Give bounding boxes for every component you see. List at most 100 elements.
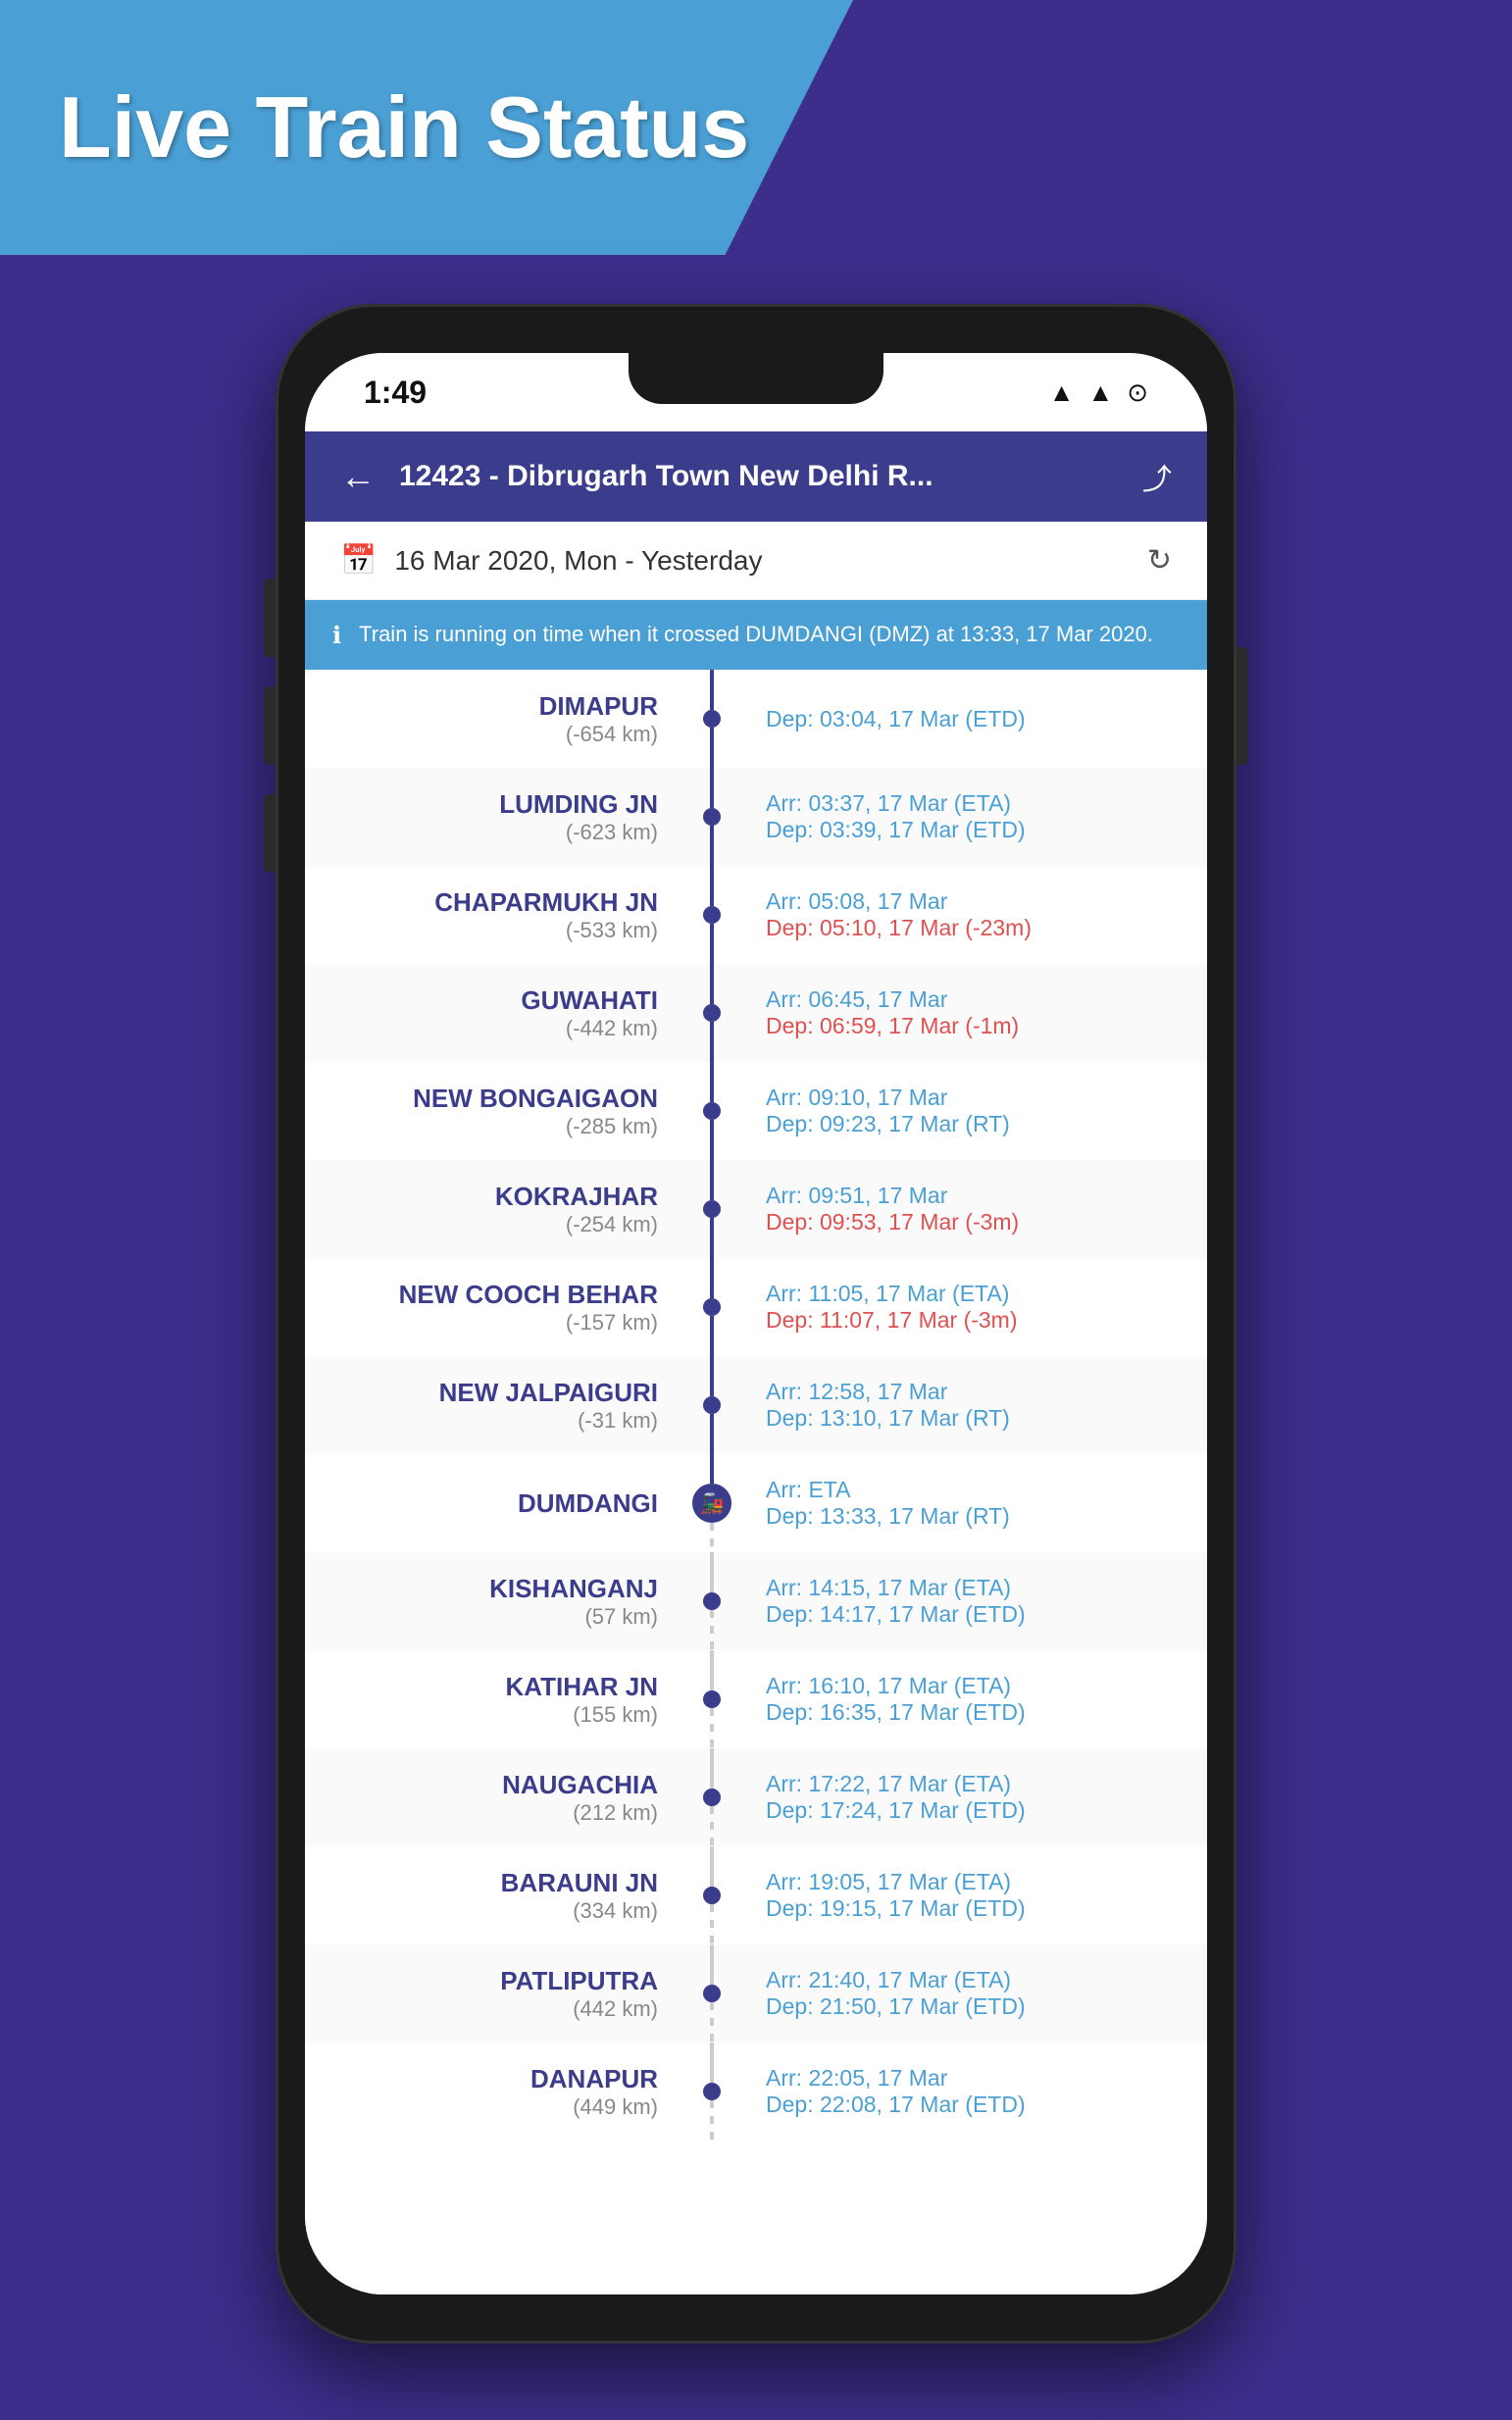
timeline: 🚂	[678, 1454, 746, 1552]
station-dot	[703, 1789, 721, 1806]
station-name: LUMDING JN	[499, 789, 658, 820]
battery-icon: ⊙	[1127, 378, 1148, 408]
calendar-icon: 📅	[340, 543, 377, 578]
station-left: LUMDING JN (-623 km)	[305, 768, 678, 866]
screen: 1:49 ▲ ▲ ⊙ ← 12423 - Dibrugarh Town New …	[305, 353, 1207, 2294]
timeline-line-top	[710, 1356, 714, 1396]
station-name: KOKRAJHAR	[495, 1182, 658, 1212]
station-row: GUWAHATI (-442 km) Arr: 06:45, 17 Mar De…	[305, 964, 1207, 1062]
station-distance: (155 km)	[573, 1702, 658, 1728]
station-row: DIMAPUR (-654 km) Dep: 03:04, 17 Mar (ET…	[305, 670, 1207, 768]
station-right: Arr: 19:05, 17 Mar (ETA) Dep: 19:15, 17 …	[746, 1846, 1207, 1944]
timeline-line-bottom	[710, 728, 714, 768]
station-dot	[703, 1887, 721, 1904]
arrival-time: Arr: 21:40, 17 Mar (ETA)	[766, 1967, 1187, 1993]
station-dot	[703, 1396, 721, 1414]
station-left: NAUGACHIA (212 km)	[305, 1748, 678, 1846]
station-right: Arr: 21:40, 17 Mar (ETA) Dep: 21:50, 17 …	[746, 1944, 1207, 2042]
arrival-time: Arr: 14:15, 17 Mar (ETA)	[766, 1575, 1187, 1601]
timeline-line-top	[710, 1454, 714, 1484]
status-time: 1:49	[364, 375, 427, 411]
phone-frame: 1:49 ▲ ▲ ⊙ ← 12423 - Dibrugarh Town New …	[276, 304, 1236, 2344]
station-dot	[703, 1298, 721, 1316]
banner-title: Live Train Status	[59, 77, 749, 177]
timeline-line-top	[710, 1552, 714, 1592]
info-icon: ℹ	[332, 622, 341, 650]
timeline-line-bottom	[710, 826, 714, 866]
timeline-line-top	[710, 670, 714, 710]
arrival-time: Arr: 05:08, 17 Mar	[766, 888, 1187, 915]
station-row: KATIHAR JN (155 km) Arr: 16:10, 17 Mar (…	[305, 1650, 1207, 1748]
departure-time: Dep: 05:10, 17 Mar (-23m)	[766, 915, 1187, 941]
station-row: PATLIPUTRA (442 km) Arr: 21:40, 17 Mar (…	[305, 1944, 1207, 2042]
station-dot	[703, 906, 721, 924]
signal-icon: ▲	[1087, 378, 1113, 408]
notch	[629, 353, 883, 404]
timeline-line-top	[710, 866, 714, 906]
station-distance: (212 km)	[573, 1800, 658, 1826]
station-left: PATLIPUTRA (442 km)	[305, 1944, 678, 2042]
date-bar: 📅 16 Mar 2020, Mon - Yesterday ↻	[305, 522, 1207, 600]
timeline	[678, 1062, 746, 1160]
station-distance: (-442 km)	[566, 1016, 658, 1041]
station-right: Arr: 09:51, 17 Mar Dep: 09:53, 17 Mar (-…	[746, 1160, 1207, 1258]
station-name: DUMDANGI	[518, 1488, 658, 1519]
refresh-icon[interactable]: ↻	[1147, 543, 1172, 578]
timeline-line-top	[710, 1160, 714, 1200]
station-left: NEW JALPAIGURI (-31 km)	[305, 1356, 678, 1454]
station-distance: (-157 km)	[566, 1310, 658, 1336]
station-distance: (-285 km)	[566, 1114, 658, 1139]
timeline-line-top	[710, 1748, 714, 1789]
station-name: CHAPARMUKH JN	[434, 887, 658, 918]
arrival-time: Arr: 17:22, 17 Mar (ETA)	[766, 1771, 1187, 1797]
departure-time: Dep: 03:04, 17 Mar (ETD)	[766, 706, 1187, 732]
station-right: Arr: 14:15, 17 Mar (ETA) Dep: 14:17, 17 …	[746, 1552, 1207, 1650]
station-left: NEW COOCH BEHAR (-157 km)	[305, 1258, 678, 1356]
station-dot	[703, 1690, 721, 1708]
wifi-icon: ▲	[1049, 378, 1075, 408]
arrival-time: Arr: 06:45, 17 Mar	[766, 986, 1187, 1013]
timeline	[678, 2042, 746, 2141]
arrival-time: Arr: 09:10, 17 Mar	[766, 1084, 1187, 1111]
timeline-line-top	[710, 1258, 714, 1298]
station-row: DANAPUR (449 km) Arr: 22:05, 17 Mar Dep:…	[305, 2042, 1207, 2141]
departure-time: Dep: 22:08, 17 Mar (ETD)	[766, 2092, 1187, 2118]
station-dot	[703, 2083, 721, 2100]
back-button[interactable]: ←	[340, 456, 376, 497]
timeline	[678, 1356, 746, 1454]
timeline-line-bottom	[710, 1414, 714, 1454]
timeline	[678, 1846, 746, 1944]
arrival-time: Arr: 09:51, 17 Mar	[766, 1183, 1187, 1209]
station-dot	[703, 808, 721, 826]
arrival-time: Arr: 16:10, 17 Mar (ETA)	[766, 1673, 1187, 1699]
station-left: CHAPARMUKH JN (-533 km)	[305, 866, 678, 964]
timeline-line-top	[710, 2042, 714, 2083]
timeline-line-bottom	[710, 1610, 714, 1650]
departure-time: Dep: 21:50, 17 Mar (ETD)	[766, 1993, 1187, 2020]
departure-time: Dep: 14:17, 17 Mar (ETD)	[766, 1601, 1187, 1628]
timeline	[678, 1160, 746, 1258]
timeline-line-bottom	[710, 1120, 714, 1160]
station-distance: (-533 km)	[566, 918, 658, 943]
departure-time: Dep: 19:15, 17 Mar (ETD)	[766, 1895, 1187, 1922]
arrival-time: Arr: 19:05, 17 Mar (ETA)	[766, 1869, 1187, 1895]
share-button[interactable]: ⤴	[1142, 455, 1172, 498]
station-row: KISHANGANJ (57 km) Arr: 14:15, 17 Mar (E…	[305, 1552, 1207, 1650]
timeline-line-bottom	[710, 1022, 714, 1062]
station-name: NEW BONGAIGAON	[413, 1084, 658, 1114]
station-name: NEW COOCH BEHAR	[399, 1280, 658, 1310]
station-left: KISHANGANJ (57 km)	[305, 1552, 678, 1650]
station-row: DUMDANGI 🚂 Arr: ETA Dep: 13:33, 17 Mar (…	[305, 1454, 1207, 1552]
station-right: Arr: 22:05, 17 Mar Dep: 22:08, 17 Mar (E…	[746, 2042, 1207, 2141]
station-row: CHAPARMUKH JN (-533 km) Arr: 05:08, 17 M…	[305, 866, 1207, 964]
station-distance: (-623 km)	[566, 820, 658, 845]
timeline-line-top	[710, 1944, 714, 1985]
station-row: BARAUNI JN (334 km) Arr: 19:05, 17 Mar (…	[305, 1846, 1207, 1944]
station-name: KISHANGANJ	[489, 1574, 658, 1604]
departure-time: Dep: 16:35, 17 Mar (ETD)	[766, 1699, 1187, 1726]
timeline-line-bottom	[710, 1218, 714, 1258]
timeline-line-top	[710, 1846, 714, 1887]
station-name: PATLIPUTRA	[500, 1966, 658, 1996]
timeline-line-bottom	[710, 2002, 714, 2042]
station-distance: (442 km)	[573, 1996, 658, 2022]
